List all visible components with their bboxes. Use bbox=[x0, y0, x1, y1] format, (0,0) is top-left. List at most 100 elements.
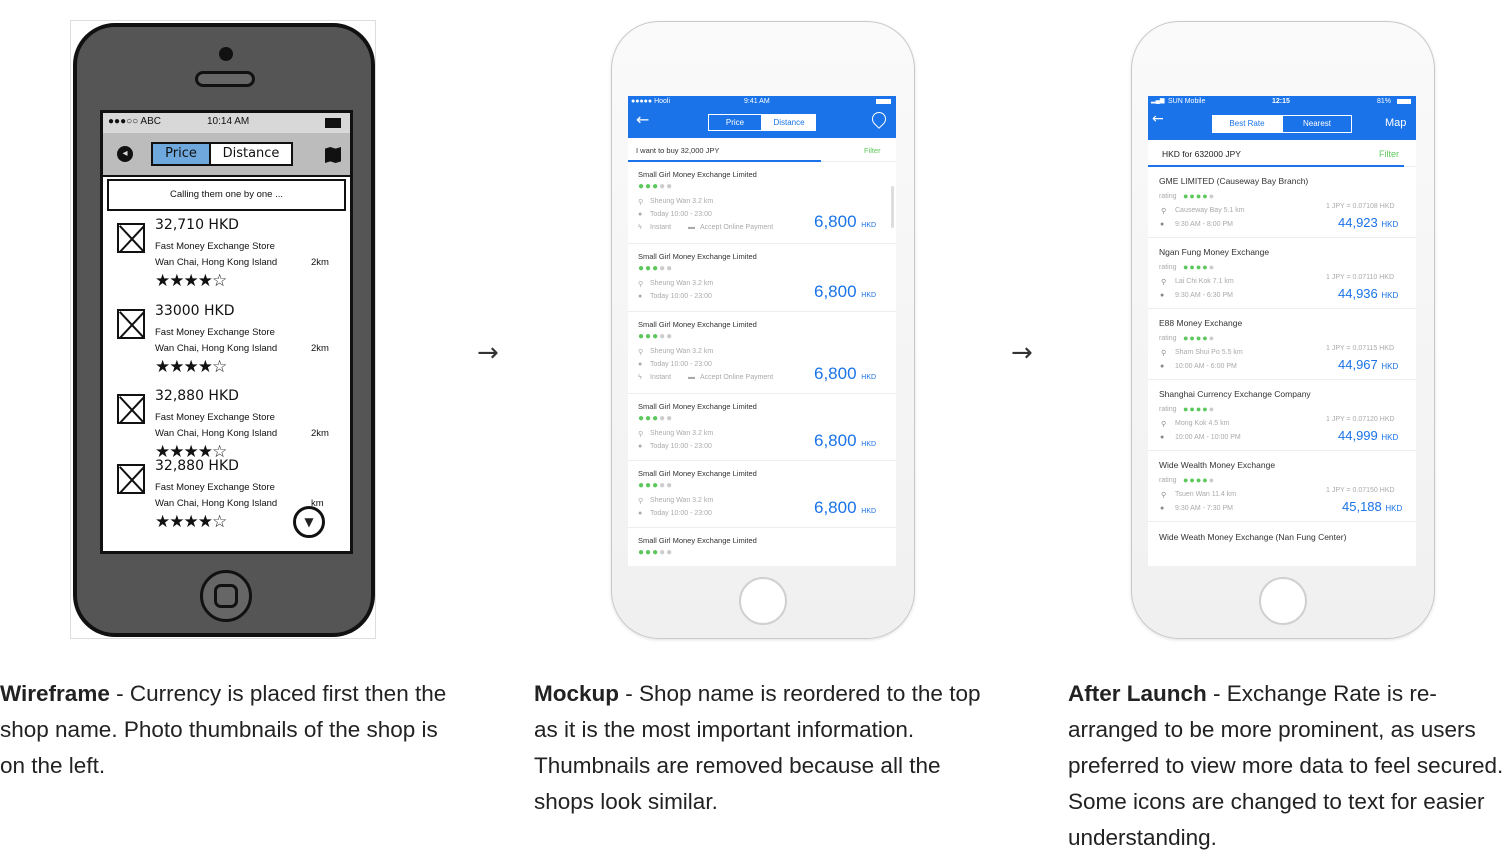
caption-title: Wireframe bbox=[0, 681, 110, 706]
location: Tsuen Wan 11.4 km bbox=[1175, 491, 1237, 498]
hours: Today 10:00 - 23:00 bbox=[650, 443, 712, 450]
tab-distance[interactable]: Distance bbox=[762, 114, 816, 131]
map-icon[interactable] bbox=[325, 147, 341, 163]
location: Sham Shui Po 5.5 km bbox=[1175, 349, 1243, 356]
item-shop: Fast Money Exchange Store bbox=[155, 241, 275, 252]
list-item[interactable]: Small Girl Money Exchange Limited ●●●●● … bbox=[628, 162, 896, 244]
thumbnail-placeholder-icon bbox=[117, 309, 145, 339]
location-pin-icon: ⚲ bbox=[638, 349, 644, 356]
list-item[interactable]: Shanghai Currency Exchange Company ratin… bbox=[1148, 380, 1416, 451]
item-location: Wan Chai, Hong Kong Island bbox=[155, 498, 278, 509]
rating-label: rating bbox=[1159, 477, 1177, 484]
battery-percent: 81% bbox=[1377, 98, 1392, 105]
location: Sheung Wan 3.2 km bbox=[650, 280, 714, 287]
list-item[interactable]: Ngan Fung Money Exchange rating ●●●●● ⚲ … bbox=[1148, 238, 1416, 309]
shop-name: Ngan Fung Money Exchange bbox=[1159, 247, 1270, 257]
status-bar: ●●●○○ ABC 10:14 AM bbox=[103, 113, 350, 133]
tab-nearest[interactable]: Nearest bbox=[1282, 115, 1352, 133]
rating-dots: ●●●●● bbox=[638, 547, 674, 558]
search-text: HKD for 632000 JPY bbox=[1162, 149, 1241, 159]
clock: 10:14 AM bbox=[207, 116, 250, 127]
rating-dots: ●●●●● bbox=[1183, 333, 1216, 343]
list-item[interactable]: Wide Weath Money Exchange (Nan Fung Cent… bbox=[1148, 522, 1416, 566]
caption-title: Mockup bbox=[534, 681, 620, 706]
item-location: Wan Chai, Hong Kong Island bbox=[155, 257, 278, 268]
shop-name: E88 Money Exchange bbox=[1159, 318, 1243, 328]
filter-icon[interactable]: ▼ bbox=[293, 506, 325, 538]
shop-name: GME LIMITED (Causeway Bay Branch) bbox=[1159, 176, 1309, 186]
list-item[interactable]: Small Girl Money Exchange Limited ●●●●● … bbox=[628, 461, 896, 528]
exchange-rate: 1 JPY = 0.07120 HKD bbox=[1326, 416, 1395, 423]
shop-name: Small Girl Money Exchange Limited bbox=[638, 469, 757, 478]
clock-icon: ● bbox=[638, 293, 643, 300]
list-item[interactable]: Small Girl Money Exchange Limited ●●●●● … bbox=[628, 312, 896, 394]
search-status: Calling them one by one ... bbox=[107, 179, 346, 211]
list-item[interactable]: Wide Wealth Money Exchange rating ●●●●● … bbox=[1148, 451, 1416, 522]
instant-label: Instant bbox=[650, 374, 672, 381]
tab-best-rate[interactable]: Best Rate bbox=[1212, 115, 1282, 133]
hours: 10:00 AM - 6:00 PM bbox=[1175, 363, 1237, 370]
search-bar[interactable]: HKD for 632000 JPY Filter bbox=[1148, 140, 1416, 167]
caption-after-launch: After Launch - Exchange Rate is re-arran… bbox=[1068, 676, 1512, 856]
tab-distance[interactable]: Distance bbox=[209, 142, 293, 166]
hours: Today 10:00 - 23:00 bbox=[650, 211, 712, 218]
mockup-phone: ●●●●● Hooli 9:41 AM ← Price Distance I w… bbox=[611, 21, 915, 639]
map-button[interactable]: Map bbox=[1385, 117, 1406, 129]
clock-icon: ● bbox=[1160, 363, 1165, 370]
rating-label: rating bbox=[1159, 264, 1177, 271]
list-item[interactable]: 33000 HKD Fast Money Exchange Store Wan … bbox=[103, 303, 350, 383]
caption-text: - Exchange Rate is re-arranged to be mor… bbox=[1068, 681, 1504, 850]
amount: 45,188 HKD bbox=[1342, 499, 1403, 514]
filter-button[interactable]: Filter bbox=[864, 146, 881, 155]
speaker-icon bbox=[195, 71, 255, 87]
home-button[interactable] bbox=[200, 570, 252, 622]
hours: Today 10:00 - 23:00 bbox=[650, 293, 712, 300]
tab-price[interactable]: Price bbox=[151, 142, 211, 166]
home-button-inner bbox=[214, 584, 238, 608]
shop-name: Shanghai Currency Exchange Company bbox=[1159, 389, 1311, 399]
location: Sheung Wan 3.2 km bbox=[650, 348, 714, 355]
location-pin-icon: ⚲ bbox=[638, 199, 644, 206]
rating-dots: ●●●●● bbox=[638, 331, 674, 342]
clock-icon: ● bbox=[638, 443, 643, 450]
list-item[interactable]: Small Girl Money Exchange Limited ●●●●● … bbox=[628, 244, 896, 312]
rating-label: rating bbox=[1159, 193, 1177, 200]
list-item[interactable]: 32,710 HKD Fast Money Exchange Store Wan… bbox=[103, 217, 350, 297]
amount: 44,999 HKD bbox=[1338, 428, 1399, 443]
after-launch-screen: ▂▄▆ SUN Mobile 12:15 81% ← Best Rate Nea… bbox=[1148, 96, 1416, 566]
list-item[interactable]: Small Girl Money Exchange Limited ●●●●● bbox=[628, 528, 896, 566]
item-location: Wan Chai, Hong Kong Island bbox=[155, 343, 278, 354]
carrier: SUN Mobile bbox=[1168, 98, 1206, 105]
filter-button[interactable]: Filter bbox=[1379, 149, 1399, 159]
search-bar[interactable]: I want to buy 32,000 JPY Filter bbox=[628, 138, 896, 162]
home-button[interactable] bbox=[739, 577, 787, 625]
clock-icon: ● bbox=[638, 361, 643, 368]
list-item[interactable]: 32,880 HKD Fast Money Exchange Store Wan… bbox=[103, 388, 350, 468]
list-item[interactable]: E88 Money Exchange rating ●●●●● ⚲ Sham S… bbox=[1148, 309, 1416, 380]
back-icon[interactable]: ◂ bbox=[117, 146, 133, 162]
location: Mong Kok 4.5 km bbox=[1175, 420, 1230, 427]
location: Lai Chi Kok 7.1 km bbox=[1175, 278, 1234, 285]
rating-dots: ●●●●● bbox=[1183, 262, 1216, 272]
home-button[interactable] bbox=[1259, 577, 1307, 625]
star-rating: ★★★★☆ bbox=[155, 271, 227, 291]
clock-icon: ● bbox=[638, 510, 643, 517]
wireframe-screen: ●●●○○ ABC 10:14 AM ◂ Price Distance Call… bbox=[100, 110, 353, 554]
tab-price[interactable]: Price bbox=[708, 114, 762, 131]
mockup-screen: ●●●●● Hooli 9:41 AM ← Price Distance I w… bbox=[628, 96, 896, 566]
amount: 44,936 HKD bbox=[1338, 286, 1399, 301]
item-price: 32,880 HKD bbox=[155, 458, 239, 474]
location: Sheung Wan 3.2 km bbox=[650, 497, 714, 504]
back-arrow-icon[interactable]: ← bbox=[636, 110, 649, 129]
lightning-icon: ϟ bbox=[638, 374, 642, 381]
rating-dots: ●●●●● bbox=[638, 480, 674, 491]
lightning-icon: ϟ bbox=[638, 224, 642, 231]
payment-icon: ▬ bbox=[688, 374, 695, 381]
hours: 10:00 AM - 10:00 PM bbox=[1175, 434, 1241, 441]
item-distance: 2km bbox=[311, 343, 329, 354]
list-item[interactable]: GME LIMITED (Causeway Bay Branch) rating… bbox=[1148, 167, 1416, 238]
back-arrow-icon[interactable]: ← bbox=[1152, 111, 1164, 127]
list-item[interactable]: Small Girl Money Exchange Limited ●●●●● … bbox=[628, 394, 896, 461]
status-bar: ●●●●● Hooli 9:41 AM bbox=[628, 96, 896, 107]
scrollbar[interactable] bbox=[891, 186, 894, 228]
